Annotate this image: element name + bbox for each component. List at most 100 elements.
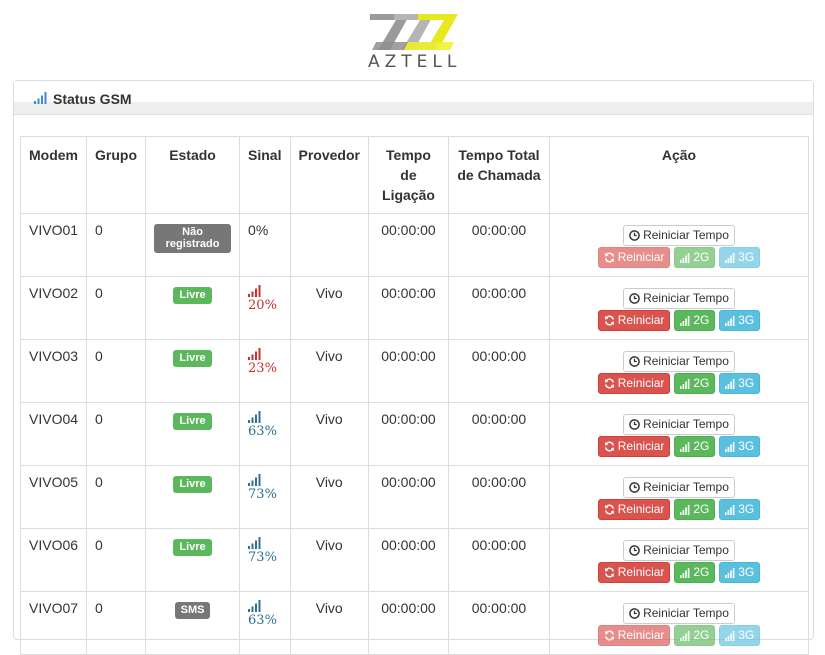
set-2g-label: 2G <box>693 628 710 642</box>
table-row: VIVO01 0 Não registrado 0% 00:00:00 00:00:00 R… <box>19 213 810 277</box>
gsm-status-table: Modem Grupo Estado Sinal Provedor Tempo … <box>19 136 810 655</box>
set-3g-button[interactable]: 3G <box>719 499 761 521</box>
restart-button[interactable]: Reiniciar <box>597 436 671 457</box>
col-grupo: Grupo <box>86 136 147 214</box>
reset-time-label: Reiniciar Tempo <box>643 354 729 368</box>
status-badge: Livre <box>173 350 212 367</box>
set-2g-button[interactable]: 2G <box>674 247 716 268</box>
set-3g-label: 3G <box>738 250 755 264</box>
col-acao: Ação <box>548 136 810 214</box>
set-3g-label: 3G <box>738 376 755 390</box>
sinal-cell: 63% <box>239 591 291 655</box>
signal-icon <box>680 313 690 332</box>
acao-cell: Reiniciar Tempo Reiniciar 2G 3G <box>548 276 810 340</box>
reset-time-button[interactable]: Reiniciar Tempo <box>623 225 735 246</box>
grupo-cell: 0 <box>86 591 147 655</box>
clock-icon <box>629 228 640 247</box>
signal-icon <box>725 250 735 269</box>
provedor-cell: Vivo <box>289 528 369 592</box>
status-badge: SMS <box>174 602 211 619</box>
signal-bars-icon <box>34 91 48 107</box>
panel-heading <box>14 81 813 115</box>
signal-icon <box>725 502 735 521</box>
provedor-cell: Vivo <box>289 276 369 340</box>
reset-time-button[interactable]: Reiniciar Tempo <box>623 603 735 624</box>
set-2g-button[interactable]: 2G <box>674 310 716 332</box>
reset-time-button[interactable]: Reiniciar Tempo <box>623 351 735 372</box>
set-3g-label: 3G <box>738 502 755 516</box>
set-2g-label: 2G <box>693 565 710 579</box>
set-2g-button[interactable]: 2G <box>674 625 716 646</box>
modem-cell: VIVO04 <box>19 402 88 466</box>
status-badge: Livre <box>173 413 212 430</box>
acao-cell: Reiniciar Tempo Reiniciar 2G 3G <box>548 465 810 529</box>
set-2g-button[interactable]: 2G <box>674 373 716 394</box>
set-2g-button[interactable]: 2G <box>674 562 716 583</box>
tempo-ligacao-cell: 00:00:00 <box>367 528 449 592</box>
set-3g-label: 3G <box>738 628 755 642</box>
provedor-cell <box>289 213 369 277</box>
reset-time-label: Reiniciar Tempo <box>643 417 729 431</box>
reset-time-label: Reiniciar Tempo <box>643 543 729 557</box>
grupo-cell: 0 <box>86 528 147 592</box>
set-3g-button[interactable]: 3G <box>719 562 761 584</box>
panel-title: Status GSM <box>34 91 132 107</box>
clock-icon <box>629 543 640 562</box>
set-3g-label: 3G <box>738 565 755 579</box>
status-gsm-panel: Status GSM Modem Grupo Estado Sinal Prov… <box>13 80 814 655</box>
set-3g-button[interactable]: 3G <box>719 373 761 394</box>
reset-time-label: Reiniciar Tempo <box>643 606 729 620</box>
tempo-total-cell: 00:00:00 <box>447 465 550 529</box>
grupo-cell: 0 <box>86 339 147 403</box>
signal-icon <box>725 439 735 458</box>
estado-cell: Livre <box>145 465 241 529</box>
signal-icon <box>725 313 735 332</box>
restart-button[interactable]: Reiniciar <box>597 562 671 583</box>
reset-time-button[interactable]: Reiniciar Tempo <box>623 288 735 309</box>
reset-time-button[interactable]: Reiniciar Tempo <box>623 477 735 498</box>
modem-cell: VIVO05 <box>19 465 88 529</box>
logo-mark-icon <box>370 14 458 50</box>
clock-icon <box>629 354 640 373</box>
set-3g-button[interactable]: 3G <box>719 436 761 458</box>
modem-cell: VIVO06 <box>19 528 88 592</box>
restart-button[interactable]: Reiniciar <box>597 499 671 520</box>
restart-label: Reiniciar <box>617 565 665 579</box>
set-3g-button[interactable]: 3G <box>719 310 761 332</box>
set-2g-button[interactable]: 2G <box>674 499 716 520</box>
modem-cell: VIVO01 <box>19 213 88 277</box>
restart-button[interactable]: Reiniciar <box>597 625 671 646</box>
brand-name: AZTELL <box>368 52 462 72</box>
acao-cell: Reiniciar Tempo Reiniciar 2G 3G <box>548 528 810 592</box>
tempo-total-cell: 00:00:00 <box>447 528 550 592</box>
reset-time-button[interactable]: Reiniciar Tempo <box>623 414 735 435</box>
set-2g-button[interactable]: 2G <box>674 436 716 457</box>
sinal-cell: 63% <box>239 402 291 466</box>
table-row: VIVO02 0 Livre 20% Vivo 00:00:00 00:00:00 Reini… <box>19 276 810 340</box>
acao-cell: Reiniciar Tempo Reiniciar 2G 3G <box>548 339 810 403</box>
provedor-cell: Vivo <box>289 402 369 466</box>
set-3g-button[interactable]: 3G <box>719 247 761 269</box>
panel-title-text: Status GSM <box>53 91 132 107</box>
clock-icon <box>629 480 640 499</box>
set-2g-label: 2G <box>693 250 710 264</box>
reset-time-button[interactable]: Reiniciar Tempo <box>623 540 735 561</box>
restart-button[interactable]: Reiniciar <box>597 247 671 268</box>
signal-value: 20% <box>248 298 277 313</box>
restart-button[interactable]: Reiniciar <box>597 373 671 394</box>
restart-label: Reiniciar <box>617 250 665 264</box>
grupo-cell: 0 <box>86 402 147 466</box>
reset-time-label: Reiniciar Tempo <box>643 291 729 305</box>
signal-icon <box>725 565 735 584</box>
restart-button[interactable]: Reiniciar <box>597 310 671 331</box>
modem-cell: VIVO07 <box>19 591 88 655</box>
grupo-cell: 0 <box>86 276 147 340</box>
tempo-total-cell: 00:00:00 <box>447 339 550 403</box>
tempo-ligacao-cell: 00:00:00 <box>367 591 449 655</box>
set-3g-button[interactable]: 3G <box>719 625 761 646</box>
provedor-cell: Vivo <box>289 465 369 529</box>
tempo-ligacao-cell: 00:00:00 <box>367 276 449 340</box>
grupo-cell: 0 <box>86 465 147 529</box>
clock-icon <box>629 291 640 310</box>
reset-time-label: Reiniciar Tempo <box>643 228 729 242</box>
